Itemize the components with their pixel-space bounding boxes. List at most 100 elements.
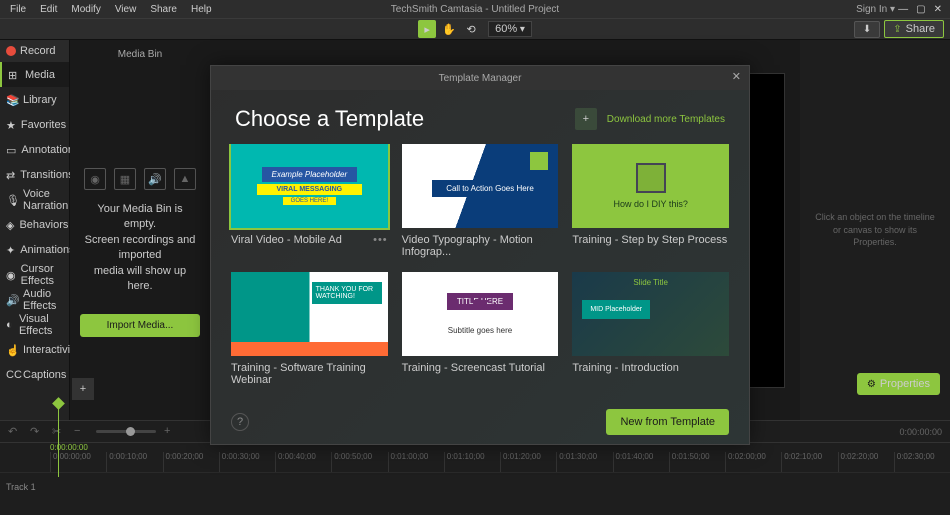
mic-icon: 🎙 [6,194,18,206]
film-icon: ▦ [114,168,136,190]
transition-icon: ⇄ [6,169,15,181]
timeline-ruler[interactable]: 0:00:00;000:00:10;000:00:20;000:00:30;00… [0,452,950,472]
sidebar-item-audio[interactable]: 🔊Audio Effects [0,287,69,312]
sidebar-item-animations[interactable]: ✦Animations [0,237,69,262]
template-manager-modal: Template Manager ✕ Choose a Template + D… [210,65,750,445]
ruler-mark: 0:01:10;00 [444,452,500,472]
record-icon: ◉ [84,168,106,190]
template-name: Training - Step by Step Process [572,234,727,246]
template-thumbnail: Example Placeholder VIRAL MESSAGING GOES… [231,144,388,228]
ruler-mark: 0:00:40;00 [275,452,331,472]
menu-share[interactable]: Share [144,2,183,17]
media-bin-header: Media Bin [70,40,210,68]
template-thumbnail: Call to Action Goes Here [402,144,559,228]
modal-heading: Choose a Template [235,106,424,132]
zoom-in-icon[interactable]: + [164,425,178,439]
modal-title: Template Manager [439,73,522,84]
sidebar-item-cursor[interactable]: ◉Cursor Effects [0,262,69,287]
more-icon[interactable]: ••• [373,234,388,246]
ruler-mark: 0:00:20;00 [163,452,219,472]
menu-help[interactable]: Help [185,2,218,17]
add-panel-button[interactable]: + [72,378,94,400]
template-card[interactable]: TITLE HERE Subtitle goes here Training -… [402,272,559,386]
template-card[interactable]: Slide Title MID Placeholder Training - I… [572,272,729,386]
sidebar-item-library[interactable]: 📚Library [0,87,69,112]
signin-button[interactable]: Sign In ▾ [856,0,895,18]
sidebar-item-behaviors[interactable]: ◈Behaviors [0,212,69,237]
hand-tool-icon[interactable]: ✋ [440,20,458,38]
minimize-icon[interactable]: — [898,4,908,15]
ruler-mark: 0:01:20;00 [500,452,556,472]
sidebar-item-media[interactable]: ⊞Media [0,62,69,87]
modal-close-icon[interactable]: ✕ [732,70,741,83]
media-icon: ⊞ [8,69,20,81]
sidebar-item-annotations[interactable]: ▭Annotations [0,137,69,162]
add-template-button[interactable]: + [575,108,597,130]
media-bin-panel: Media Bin ◉ ▦ 🔊 ▲ Your Media Bin is empt… [70,40,210,420]
template-card[interactable]: Example Placeholder VIRAL MESSAGING GOES… [231,144,388,258]
ruler-mark: 0:01:30;00 [556,452,612,472]
zoom-slider[interactable] [96,430,156,433]
crop-tool-icon[interactable]: ⟲ [462,20,480,38]
playhead[interactable] [58,402,59,477]
menu-file[interactable]: File [4,2,32,17]
import-media-button[interactable]: Import Media... [80,314,200,337]
template-thumbnail: Slide Title MID Placeholder [572,272,729,356]
toolbar: ▸ ✋ ⟲ 60% ▾ [0,18,950,40]
cc-icon: CC [6,369,18,381]
ruler-mark: 0:00:30;00 [219,452,275,472]
sidebar: Record ⊞Media 📚Library ★Favorites ▭Annot… [0,40,70,420]
pointer-tool-icon[interactable]: ▸ [418,20,436,38]
zoom-out-icon[interactable]: − [74,425,88,439]
download-templates-link[interactable]: Download more Templates [607,114,725,125]
cut-icon[interactable]: ✂ [52,425,66,439]
template-thumbnail: TITLE HERE Subtitle goes here [402,272,559,356]
ruler-mark: 0:02:00;00 [725,452,781,472]
zoom-dropdown[interactable]: 60% ▾ [488,21,532,37]
help-icon[interactable]: ? [231,413,249,431]
empty-text: Your Media Bin is empty. Screen recordin… [80,202,200,294]
template-thumbnail: THANK YOU FOR WATCHING! [231,272,388,356]
sidebar-item-voice[interactable]: 🎙Voice Narration [0,187,69,212]
close-icon[interactable]: ✕ [934,4,942,15]
behavior-icon: ◈ [6,219,14,231]
sidebar-item-interactivity[interactable]: ☝Interactivity [0,337,69,362]
sidebar-item-transitions[interactable]: ⇄Transitions [0,162,69,187]
menu-view[interactable]: View [109,2,143,17]
sidebar-item-visual[interactable]: ◐Visual Effects [0,312,69,337]
share-button[interactable]: ⇪ Share [884,20,944,38]
sidebar-item-favorites[interactable]: ★Favorites [0,112,69,137]
menu-edit[interactable]: Edit [34,2,63,17]
interact-icon: ☝ [6,344,18,356]
undo-icon[interactable]: ↶ [8,425,22,439]
properties-button[interactable]: ⚙ Properties [857,373,940,395]
playhead-time: 0:00:00:00 [899,427,942,437]
template-grid: Example Placeholder VIRAL MESSAGING GOES… [211,144,749,400]
template-card[interactable]: Call to Action Goes Here Video Typograph… [402,144,559,258]
record-button[interactable]: Record [0,40,69,62]
ruler-mark: 0:01:50;00 [669,452,725,472]
redo-icon[interactable]: ↷ [30,425,44,439]
sound-icon: 🔊 [144,168,166,190]
animation-icon: ✦ [6,244,15,256]
template-card[interactable]: How do I DIY this? Training - Step by St… [572,144,729,258]
sidebar-item-captions[interactable]: CCCaptions [0,362,69,387]
timeline-track[interactable]: Track 1 [0,472,950,500]
template-name: Viral Video - Mobile Ad [231,234,342,246]
template-name: Video Typography - Motion Infograp... [402,234,559,258]
download-button[interactable]: ⬇ [854,21,880,38]
template-card[interactable]: THANK YOU FOR WATCHING! Training - Softw… [231,272,388,386]
maximize-icon[interactable]: ▢ [916,4,925,15]
menu-modify[interactable]: Modify [65,2,106,17]
ruler-mark: 0:00:50;00 [331,452,387,472]
template-name: Training - Introduction [572,362,679,374]
ruler-mark: 0:02:10;00 [781,452,837,472]
audio-icon: 🔊 [6,294,18,306]
image-icon: ▲ [174,168,196,190]
track-label: Track 1 [0,482,50,492]
new-from-template-button[interactable]: New from Template [606,409,729,435]
properties-placeholder: Click an object on the timeline or canva… [800,211,950,249]
library-icon: 📚 [6,94,18,106]
ruler-mark: 0:02:20;00 [838,452,894,472]
ruler-mark: 0:01:40;00 [613,452,669,472]
